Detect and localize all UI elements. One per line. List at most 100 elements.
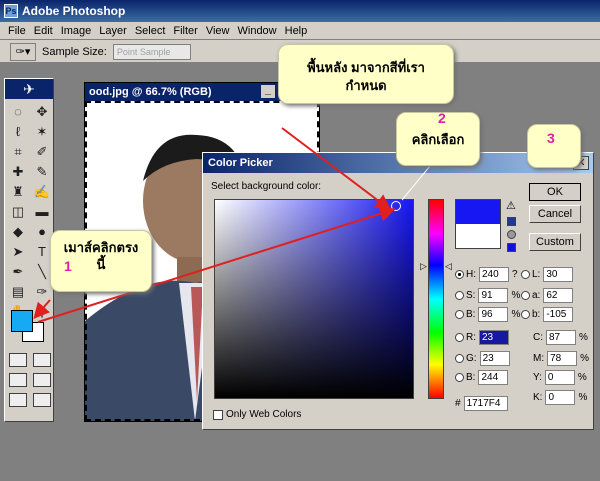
magic-wand-icon[interactable]: ✶ <box>31 123 53 141</box>
cyan-unit: % <box>579 331 588 343</box>
quickmask-mode-button[interactable] <box>33 353 51 367</box>
yellow-unit: % <box>577 371 587 383</box>
menu-filter[interactable]: Filter <box>169 25 201 37</box>
lab-b-field[interactable]: -105 <box>543 306 574 322</box>
hue-slider-handle-right-icon[interactable]: ◁ <box>445 261 452 272</box>
saturation-radio[interactable] <box>455 290 464 300</box>
cyan-field[interactable]: 87 <box>546 329 576 345</box>
hex-row: # 1717F4 <box>455 396 511 411</box>
brightness-field[interactable]: 96 <box>478 306 509 322</box>
hue-radio[interactable] <box>455 269 464 279</box>
web-colors-option: Only Web Colors <box>213 409 301 420</box>
gamut-color-square[interactable] <box>507 217 516 226</box>
tool-preset-picker[interactable]: ✑▾ <box>10 42 36 61</box>
stamp-icon[interactable]: ♜ <box>7 183 29 201</box>
menu-view[interactable]: View <box>202 25 234 37</box>
brightness-radio[interactable] <box>455 309 464 319</box>
sample-size-select[interactable]: Point Sample <box>112 43 191 60</box>
hue-slider[interactable] <box>428 199 444 399</box>
pen-icon[interactable]: ✒ <box>7 263 29 281</box>
magenta-row: M: 78 % <box>533 350 589 366</box>
notes-icon[interactable]: ▤ <box>7 283 29 301</box>
yellow-field[interactable]: 0 <box>544 369 575 385</box>
screen-mode-standard-button[interactable] <box>9 373 27 387</box>
color-field[interactable] <box>214 199 414 399</box>
mode-buttons <box>9 353 53 407</box>
menu-window[interactable]: Window <box>234 25 281 37</box>
move-icon[interactable]: ✥ <box>31 103 53 121</box>
hue-label: H: <box>466 268 476 280</box>
blue-label: B: <box>466 371 476 383</box>
eyedropper-icon[interactable]: ✑ <box>31 283 53 301</box>
yellow-label: Y: <box>533 371 542 383</box>
color-picker-dialog: Color Picker ✕ Select background color: … <box>202 152 594 430</box>
lab-l-field[interactable]: 30 <box>543 266 574 282</box>
photoshop-logo-icon: Ps <box>4 4 18 18</box>
hex-field[interactable]: 1717F4 <box>463 396 508 411</box>
hex-label: # <box>455 398 461 409</box>
menu-file[interactable]: File <box>4 25 30 37</box>
saturation-row: S: 91 % <box>455 287 520 303</box>
foreground-color-swatch[interactable] <box>11 310 33 332</box>
zoom-icon[interactable]: ⚲ <box>31 303 53 321</box>
ok-button[interactable]: OK <box>529 183 581 201</box>
blue-row: B: 244 <box>455 369 511 385</box>
mouse-note-line1: เมาส์คลิกตรง <box>63 240 139 255</box>
menu-help[interactable]: Help <box>281 25 312 37</box>
minimize-icon[interactable]: _ <box>261 85 275 98</box>
green-field[interactable]: 23 <box>479 350 510 366</box>
lab-a-field[interactable]: 62 <box>543 287 574 303</box>
blue-field[interactable]: 244 <box>478 369 509 385</box>
tool-grid: ◌ ✥ ℓ ✶ ⌗ ✐ ✚ ✎ ♜ ✍ ◫ ▬ ◆ ● ➤ T ✒ ╲ ▤ ✑ … <box>5 99 53 325</box>
red-label: R: <box>466 331 476 343</box>
lasso-icon[interactable]: ℓ <box>7 123 29 141</box>
web-safe-cube-icon[interactable] <box>507 230 516 239</box>
menu-edit[interactable]: Edit <box>30 25 57 37</box>
toolbox-header[interactable]: ✈ <box>5 79 53 99</box>
green-radio[interactable] <box>455 353 464 363</box>
menu-layer[interactable]: Layer <box>95 25 131 37</box>
lab-l-radio[interactable] <box>521 269 530 279</box>
eraser-icon[interactable]: ◫ <box>7 203 29 221</box>
black-unit: % <box>578 391 588 403</box>
step-1-number: 1 <box>64 258 72 274</box>
menu-image[interactable]: Image <box>57 25 96 37</box>
web-safe-color-square[interactable] <box>507 243 516 252</box>
red-field[interactable]: 23 <box>479 329 509 345</box>
color-field-cursor[interactable] <box>391 201 401 211</box>
gradient-icon[interactable]: ▬ <box>31 203 53 221</box>
path-select-icon[interactable]: ➤ <box>7 243 29 261</box>
toolbox: ✈ ◌ ✥ ℓ ✶ ⌗ ✐ ✚ ✎ ♜ ✍ ◫ ▬ ◆ ● ➤ T ✒ ╲ ▤ … <box>4 78 54 422</box>
custom-button[interactable]: Custom <box>529 233 581 251</box>
crop-icon[interactable]: ⌗ <box>7 143 29 161</box>
hue-slider-handle-left-icon[interactable]: ▷ <box>420 261 427 272</box>
hue-field[interactable]: 240 <box>479 266 509 282</box>
web-colors-checkbox[interactable] <box>213 409 223 420</box>
jump-to-imageready-alt-button[interactable] <box>33 393 51 407</box>
warning-icon[interactable]: ⚠ <box>506 199 516 212</box>
magenta-field[interactable]: 78 <box>547 350 578 366</box>
lab-b-radio[interactable] <box>521 309 530 319</box>
red-radio[interactable] <box>455 332 464 342</box>
cancel-button[interactable]: Cancel <box>529 205 581 223</box>
jump-to-imageready-button[interactable] <box>9 393 27 407</box>
lab-a-radio[interactable] <box>521 290 530 300</box>
app-title: Adobe Photoshop <box>22 4 126 18</box>
marquee-icon[interactable]: ◌ <box>7 103 29 121</box>
screen-mode-full-button[interactable] <box>33 373 51 387</box>
history-brush-icon[interactable]: ✍ <box>31 183 53 201</box>
brush-icon[interactable]: ✎ <box>31 163 53 181</box>
eyedropper-icon: ✑▾ <box>15 45 31 58</box>
web-colors-label: Only Web Colors <box>226 409 302 420</box>
blue-radio[interactable] <box>455 372 464 382</box>
menu-select[interactable]: Select <box>131 25 170 37</box>
lab-l-label: L: <box>532 268 541 280</box>
healing-icon[interactable]: ✚ <box>7 163 29 181</box>
blur-icon[interactable]: ◆ <box>7 223 29 241</box>
slice-icon[interactable]: ✐ <box>31 143 53 161</box>
current-color-swatch[interactable] <box>455 224 501 249</box>
standard-mode-button[interactable] <box>9 353 27 367</box>
black-field[interactable]: 0 <box>545 389 576 405</box>
saturation-field[interactable]: 91 <box>478 287 509 303</box>
cyan-row: C: 87 % <box>533 329 588 345</box>
